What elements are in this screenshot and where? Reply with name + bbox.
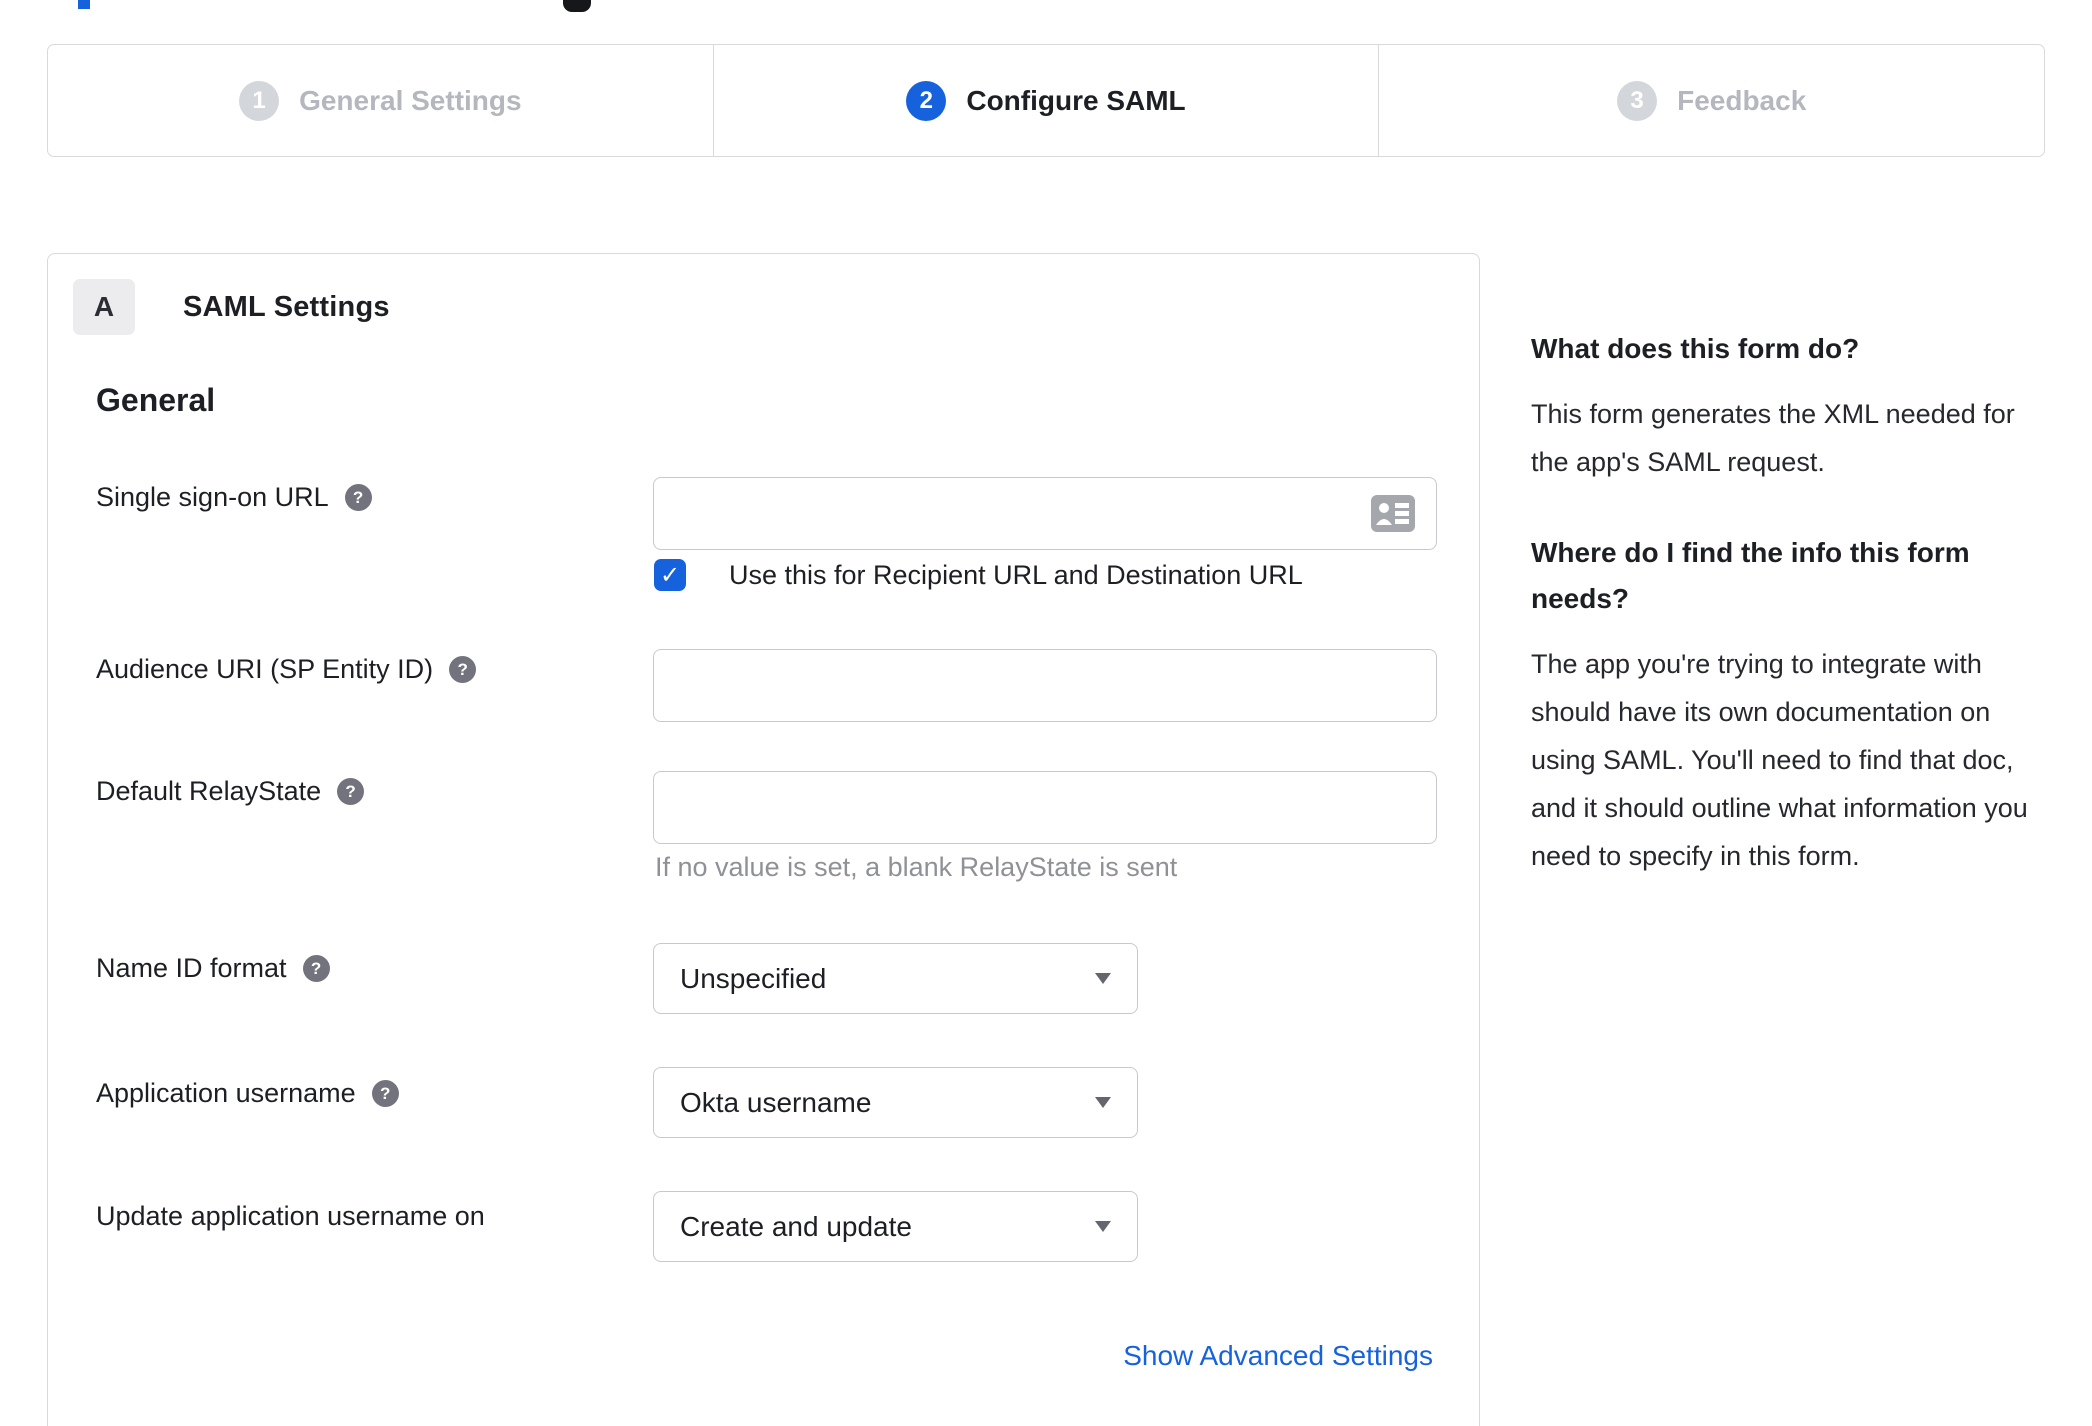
help-q1-body: This form generates the XML needed for t… xyxy=(1531,399,2015,477)
step-1-label: General Settings xyxy=(299,84,522,116)
audience-uri-input[interactable] xyxy=(653,649,1437,722)
chevron-down-icon xyxy=(1095,1097,1111,1108)
relay-state-label-text: Default RelayState xyxy=(96,776,322,806)
audience-uri-label: Audience URI (SP Entity ID) ? xyxy=(96,654,477,685)
step-2-label: Configure SAML xyxy=(966,84,1186,116)
step-general-settings[interactable]: 1 General Settings xyxy=(48,45,713,156)
step-2-badge: 2 xyxy=(906,80,947,121)
step-1-badge: 1 xyxy=(239,80,280,121)
step-3-label: Feedback xyxy=(1677,84,1807,116)
section-a-badge: A xyxy=(73,279,135,335)
chevron-down-icon xyxy=(1095,973,1111,984)
wizard-stepper: 1 General Settings 2 Configure SAML 3 Fe… xyxy=(47,44,2045,157)
chevron-down-icon xyxy=(1095,1221,1111,1232)
recipient-url-checkbox[interactable]: ✓ xyxy=(654,559,686,591)
relay-state-hint: If no value is set, a blank RelayState i… xyxy=(655,852,1178,882)
recipient-url-checkbox-label: Use this for Recipient URL and Destinati… xyxy=(729,559,1303,590)
clipped-blue-element xyxy=(78,0,90,9)
sso-url-label-text: Single sign-on URL xyxy=(96,482,329,512)
name-id-format-label-text: Name ID format xyxy=(96,953,287,983)
step-configure-saml[interactable]: 2 Configure SAML xyxy=(712,45,1379,156)
relay-state-input[interactable] xyxy=(653,771,1437,844)
sso-url-input[interactable] xyxy=(653,477,1437,550)
update-username-value: Create and update xyxy=(680,1210,912,1242)
sso-url-input-wrap xyxy=(653,477,1437,550)
relay-state-label: Default RelayState ? xyxy=(96,776,365,807)
step-3-badge: 3 xyxy=(1617,80,1658,121)
audience-uri-label-text: Audience URI (SP Entity ID) xyxy=(96,654,434,684)
name-id-format-label: Name ID format ? xyxy=(96,953,330,984)
sso-url-label: Single sign-on URL ? xyxy=(96,482,372,513)
clipped-dark-element xyxy=(563,0,591,12)
contact-card-icon xyxy=(1371,495,1415,532)
app-username-help-icon[interactable]: ? xyxy=(371,1080,399,1107)
sso-url-help-icon[interactable]: ? xyxy=(344,484,372,511)
help-q1-title: What does this form do? xyxy=(1531,333,1860,364)
configure-saml-page: 1 General Settings 2 Configure SAML 3 Fe… xyxy=(0,0,2092,1426)
recipient-url-checkbox-row: ✓ Use this for Recipient URL and Destina… xyxy=(654,559,1303,591)
show-advanced-settings-link[interactable]: Show Advanced Settings xyxy=(1123,1340,1433,1372)
app-username-value: Okta username xyxy=(680,1086,872,1118)
section-header: A SAML Settings xyxy=(73,279,390,335)
update-username-select[interactable]: Create and update xyxy=(653,1191,1138,1262)
saml-settings-card: A SAML Settings General Single sign-on U… xyxy=(47,253,1480,1426)
name-id-format-help-icon[interactable]: ? xyxy=(302,955,330,982)
relay-state-help-icon[interactable]: ? xyxy=(337,778,365,805)
help-q2-title: Where do I find the info this form needs… xyxy=(1531,537,1970,614)
step-feedback[interactable]: 3 Feedback xyxy=(1378,45,2044,156)
name-id-format-select[interactable]: Unspecified xyxy=(653,943,1138,1014)
app-username-select[interactable]: Okta username xyxy=(653,1067,1138,1138)
help-sidebar: What does this form do? This form genera… xyxy=(1531,326,2051,924)
app-username-label: Application username ? xyxy=(96,1078,399,1109)
app-username-label-text: Application username xyxy=(96,1078,356,1108)
section-title: SAML Settings xyxy=(183,290,390,323)
name-id-format-value: Unspecified xyxy=(680,962,827,994)
update-username-label: Update application username on xyxy=(96,1201,485,1232)
help-q2-body: The app you're trying to integrate with … xyxy=(1531,649,2028,871)
update-username-label-text: Update application username on xyxy=(96,1201,485,1231)
general-group-title: General xyxy=(96,382,216,418)
audience-uri-help-icon[interactable]: ? xyxy=(449,656,477,683)
